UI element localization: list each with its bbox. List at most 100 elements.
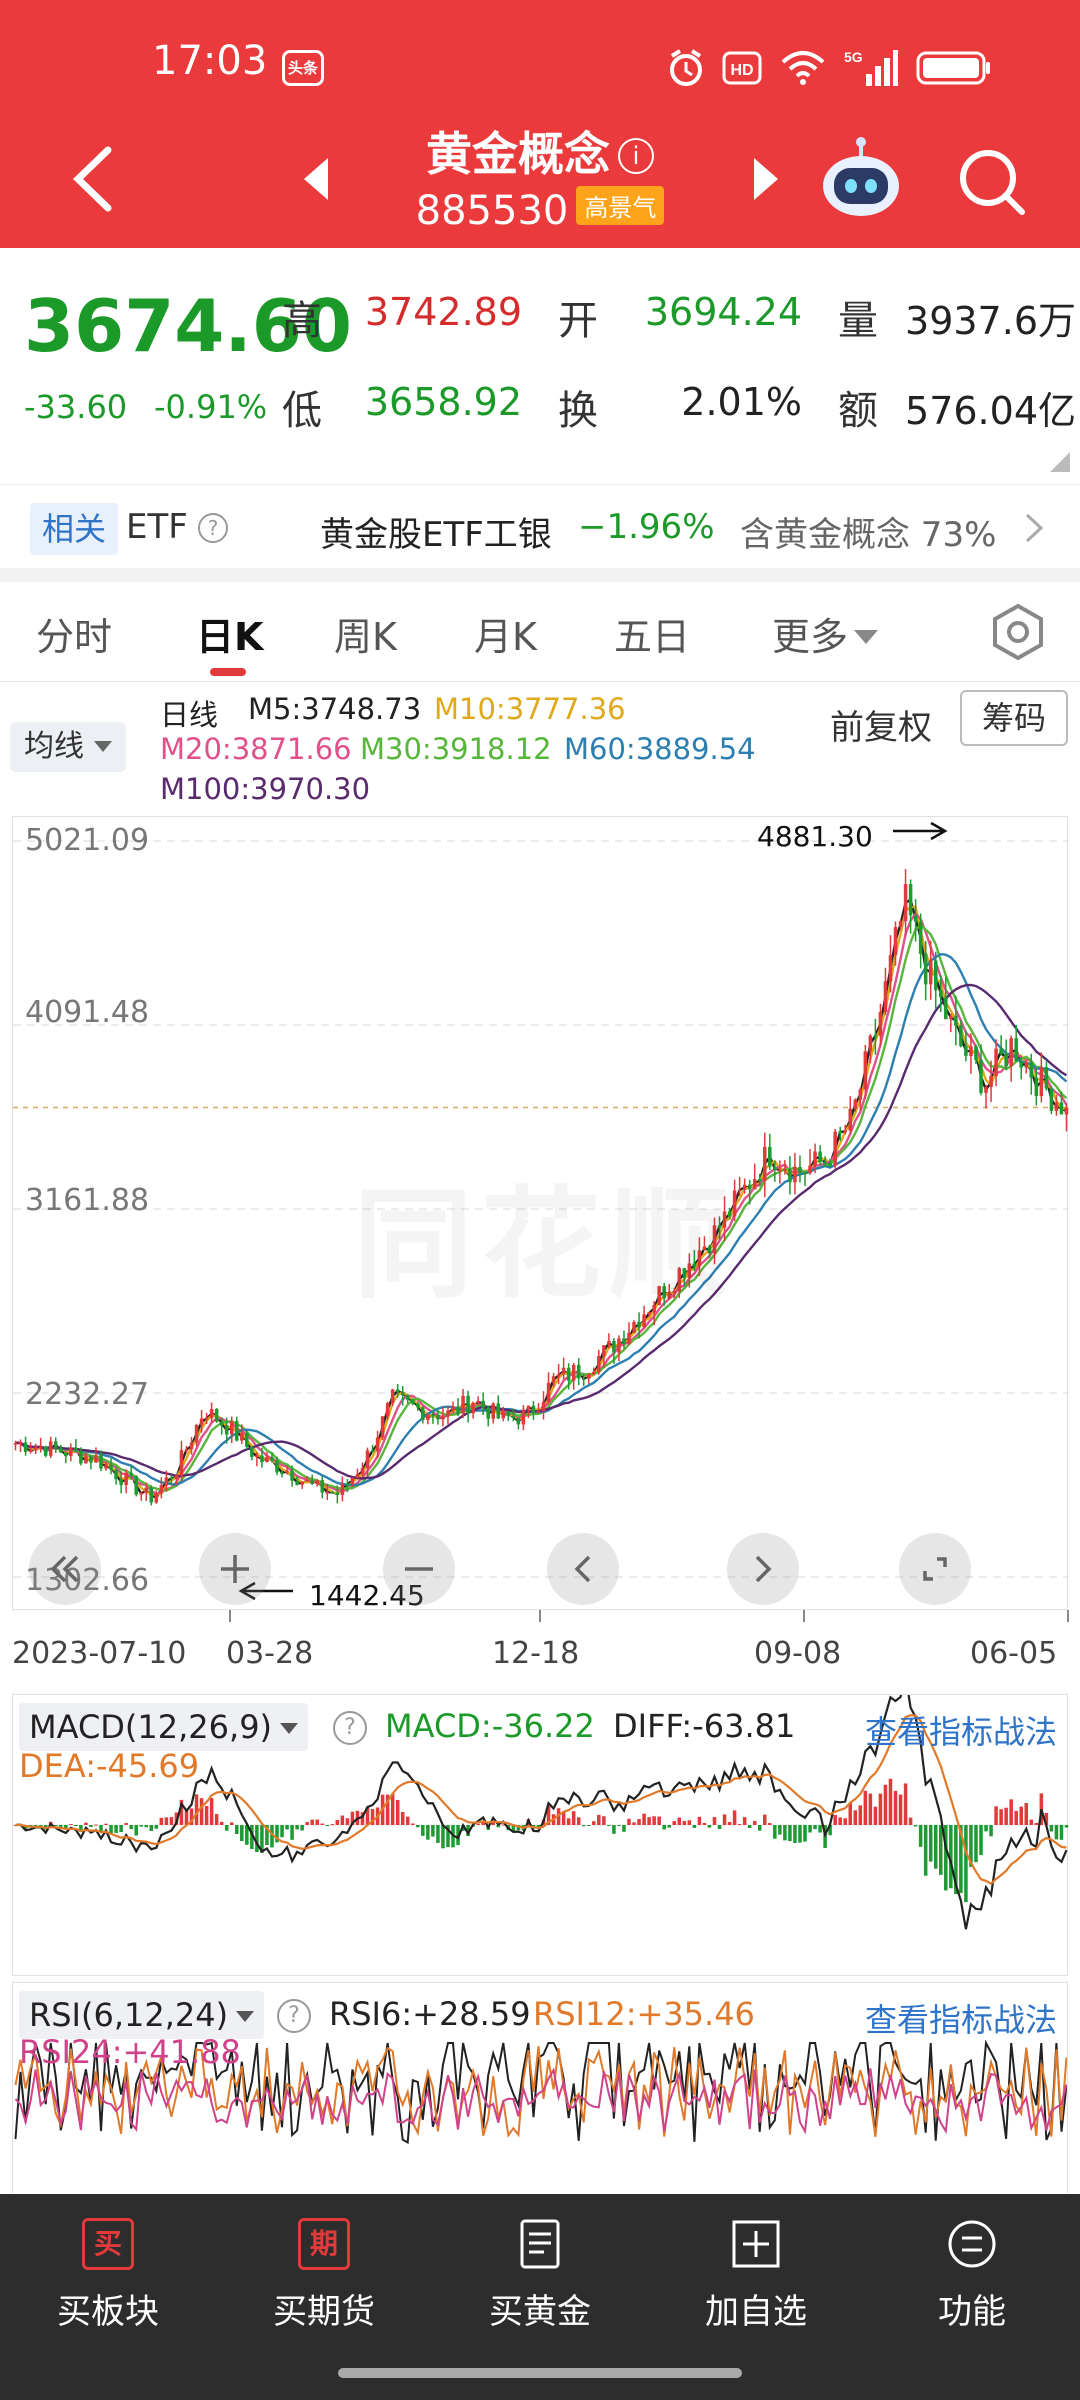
home-indicator[interactable] [338, 2368, 742, 2378]
info-icon[interactable]: i [618, 138, 654, 174]
tab-monthly-k[interactable]: 月K [474, 606, 537, 661]
pan-left-button[interactable] [547, 1533, 619, 1605]
candle [1034, 1077, 1039, 1097]
candle [199, 1418, 204, 1426]
candle [969, 1046, 973, 1056]
nav-label: 买板块 [57, 2292, 159, 2332]
candle [18, 1442, 23, 1444]
nav-functions[interactable]: 功能 [864, 2218, 1080, 2333]
search-icon[interactable] [954, 144, 1028, 218]
help-icon[interactable]: ? [198, 513, 228, 543]
candle [984, 1087, 988, 1093]
candle [798, 1166, 802, 1173]
candle [109, 1464, 113, 1470]
zoom-in-button[interactable] [199, 1533, 271, 1605]
tab-daily-k[interactable]: 日K [196, 606, 263, 661]
macd-value: MACD:-36.22 [385, 1707, 595, 1745]
bottom-nav: 买 买板块 期 买期货 买黄金 加自选 功能 [0, 2194, 1080, 2400]
pan-right-button[interactable] [727, 1533, 799, 1605]
candle [873, 1035, 878, 1038]
macd-bar [707, 1825, 712, 1828]
macd-bar [798, 1825, 802, 1843]
candle [803, 1172, 807, 1175]
nav-label: 加自选 [705, 2292, 807, 2332]
prev-item-button[interactable] [298, 154, 334, 204]
macd-bar [416, 1825, 420, 1828]
nav-buy-gold[interactable]: 买黄金 [432, 2218, 648, 2333]
forward-adjust-toggle[interactable]: 前复权 [830, 700, 932, 749]
chip-distribution-button[interactable]: 筹码 [960, 690, 1068, 746]
macd-bar [400, 1811, 405, 1825]
candle [375, 1437, 380, 1452]
candle [104, 1464, 108, 1469]
nav-label: 买期货 [273, 2292, 375, 2332]
macd-bar [129, 1825, 133, 1830]
ma100-value: M100:3970.30 [160, 772, 371, 806]
nav-buy-futures[interactable]: 期 买期货 [216, 2218, 432, 2333]
kline-chart[interactable]: 同花顺 5021.09 4091.48 3161.88 2232.27 1302… [12, 816, 1069, 1612]
candle [551, 1376, 556, 1383]
candle [74, 1447, 78, 1452]
high-arrow [893, 821, 948, 841]
candle [828, 1162, 832, 1166]
candle [229, 1421, 234, 1435]
rsi-panel[interactable]: RSI(6,12,24) ? RSI6:+28.59 RSI12:+35.46 … [12, 1982, 1068, 2196]
candle [863, 1051, 868, 1090]
macd-bar [224, 1825, 229, 1831]
expand-corner-icon[interactable] [1050, 452, 1070, 472]
help-icon[interactable]: ? [333, 1711, 367, 1745]
candle [541, 1401, 546, 1412]
macd-bar [813, 1825, 817, 1830]
svg-text:5G: 5G [844, 49, 863, 65]
tab-five-day[interactable]: 五日 [614, 606, 690, 661]
nav-buy-sector[interactable]: 买 买板块 [0, 2218, 216, 2333]
macd-bar [883, 1784, 888, 1825]
indicator-strategy-link[interactable]: 查看指标战法 [865, 1995, 1057, 2041]
macd-bar [863, 1790, 868, 1825]
candle [400, 1391, 405, 1396]
nav-label: 功能 [938, 2292, 1006, 2332]
candle [637, 1321, 641, 1328]
help-icon[interactable]: ? [277, 1999, 311, 2033]
tab-intraday[interactable]: 分时 [36, 606, 112, 661]
candle [818, 1151, 822, 1163]
candle [461, 1395, 465, 1414]
candle [114, 1469, 118, 1480]
tab-more[interactable]: 更多 [772, 606, 879, 661]
nav-add-watchlist[interactable]: 加自选 [648, 2218, 864, 2333]
zoom-out-button[interactable] [383, 1533, 455, 1605]
indicator-strategy-link[interactable]: 查看指标战法 [865, 1707, 1057, 1753]
candle [1024, 1062, 1029, 1068]
macd-bar [632, 1822, 636, 1825]
candle [506, 1411, 511, 1417]
back-button[interactable] [64, 144, 124, 214]
macd-panel[interactable]: MACD(12,26,9) ? MACD:-36.22 DIFF:-63.81 … [12, 1694, 1069, 1976]
candle [154, 1493, 159, 1503]
ma-legend: 均线 日线 M5:3748.73 M10:3777.36 M20:3871.66… [0, 682, 1080, 812]
macd-bar [431, 1825, 435, 1837]
rsi-selector[interactable]: RSI(6,12,24) [19, 1991, 265, 2039]
candle [768, 1146, 772, 1167]
next-item-button[interactable] [748, 154, 784, 204]
ai-assistant-robot-icon[interactable] [816, 134, 906, 224]
macd-bar [1054, 1825, 1059, 1840]
candle [446, 1410, 450, 1417]
macd-bar [571, 1811, 576, 1825]
candle [848, 1108, 853, 1131]
candle [471, 1402, 475, 1414]
fast-rewind-button[interactable] [29, 1533, 101, 1605]
macd-bar [1019, 1806, 1023, 1825]
ma-selector[interactable]: 均线 [10, 722, 126, 772]
related-etf-bar[interactable]: 相关 ETF ? 黄金股ETF工银 −1.96% 含黄金概念 73% [0, 484, 1080, 568]
y-tick-label: 3161.88 [25, 1183, 150, 1218]
fullscreen-button[interactable] [899, 1533, 971, 1605]
candle [320, 1480, 325, 1493]
candle [209, 1409, 214, 1419]
candle [581, 1378, 586, 1380]
tab-weekly-k[interactable]: 周K [334, 606, 397, 661]
macd-selector[interactable]: MACD(12,26,9) [19, 1703, 309, 1751]
macd-bar [773, 1825, 777, 1839]
quote-panel: 3674.60 -33.60 -0.91% 高 3742.89 开 3694.2… [0, 248, 1080, 484]
settings-hexagon-icon[interactable] [988, 602, 1048, 662]
candle [59, 1448, 63, 1453]
